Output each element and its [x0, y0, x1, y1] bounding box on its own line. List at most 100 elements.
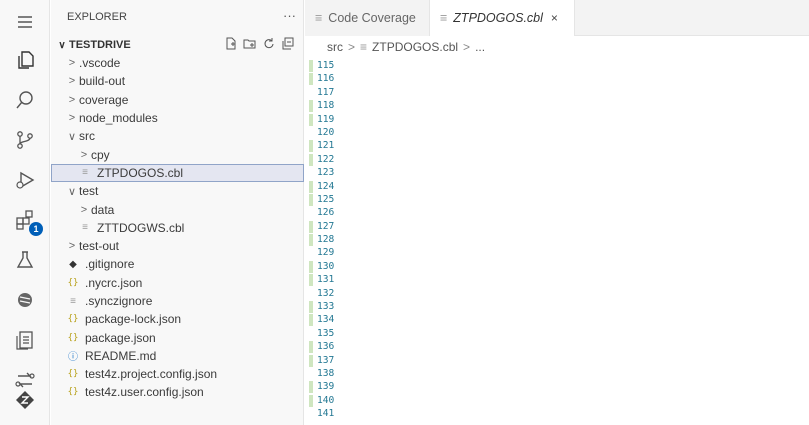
tree-file-item[interactable]: {} test4z.user.config.json	[51, 383, 304, 401]
reports-icon[interactable]	[0, 320, 50, 360]
file-lines-icon: ≡	[70, 295, 76, 307]
line-number: 129	[317, 247, 335, 259]
tree-item-label: src	[79, 129, 95, 144]
tree-file-item[interactable]: ≡ ZTPDOGOS.cbl	[51, 163, 304, 183]
source-control-icon[interactable]	[0, 120, 50, 160]
zowe-explorer-icon[interactable]	[0, 280, 50, 320]
chevron-right-icon: >	[80, 148, 88, 161]
tree-folder-item[interactable]: > .vscode	[51, 54, 304, 72]
workspace-title: TESTDRIVE	[69, 39, 131, 51]
files-icon[interactable]	[0, 40, 50, 80]
code-line: 119	[305, 113, 809, 126]
chevron-down-icon: ∨	[67, 130, 77, 143]
breadcrumb-file[interactable]: ZTPDOGOS.cbl	[372, 40, 458, 54]
tree-item-label: cpy	[91, 147, 110, 162]
line-number: 137	[317, 354, 335, 366]
z-open-editor-icon[interactable]	[0, 380, 50, 420]
file-tree: > .vscode > build-out > coverage > node_modules…	[51, 54, 304, 402]
tree-item-label: data	[91, 202, 115, 217]
tree-file-item[interactable]: {} package.json	[51, 328, 304, 346]
tree-folder-item[interactable]: > data	[51, 200, 304, 218]
file-lines-icon: ≡	[440, 11, 448, 25]
search-icon[interactable]	[0, 80, 50, 120]
json-file-icon: {}	[67, 332, 79, 343]
gutter	[309, 288, 313, 300]
coverage-marker	[309, 60, 313, 72]
coverage-marker	[309, 274, 313, 287]
coverage-marker	[309, 341, 313, 354]
line-number: 124	[317, 180, 335, 192]
tree-item-label: .synczignore	[85, 294, 153, 308]
extensions-badge: 1	[29, 222, 43, 236]
gutter	[309, 207, 313, 219]
code-view[interactable]: 115 116 117 118 119 120 121 122 123 124 125 126 127 1…	[305, 59, 809, 421]
more-actions-icon[interactable]: ···	[283, 8, 296, 23]
gutter	[309, 127, 313, 139]
tree-item-label: .gitignore	[85, 257, 135, 272]
workspace-section-header[interactable]: ∨ TESTDRIVE	[51, 36, 304, 54]
tab-ztpdogos[interactable]: ≡ ZTPDOGOS.cbl ×	[430, 0, 575, 36]
code-line: 125	[305, 193, 809, 206]
coverage-marker	[309, 394, 313, 407]
coverage-marker	[309, 193, 313, 206]
code-line: 132	[305, 287, 809, 300]
tree-folder-item[interactable]: > coverage	[51, 91, 304, 109]
tree-folder-item[interactable]: ∨ test	[51, 182, 304, 200]
code-line: 116	[305, 72, 809, 86]
code-line: 115	[305, 59, 809, 72]
tree-item-label: .vscode	[79, 56, 121, 71]
tab-label: Code Coverage	[328, 11, 416, 25]
tree-folder-item[interactable]: > build-out	[51, 72, 304, 90]
breadcrumb-symbol[interactable]: ...	[475, 40, 485, 54]
coverage-marker	[309, 260, 313, 273]
tree-folder-item[interactable]: > node_modules	[51, 109, 304, 127]
tree-item-label: ZTTDOGWS.cbl	[97, 220, 185, 235]
line-number: 132	[317, 287, 335, 299]
tree-file-item[interactable]: {} test4z.project.config.json	[51, 365, 304, 383]
run-debug-icon[interactable]	[0, 160, 50, 200]
line-number: 126	[317, 207, 335, 219]
code-line: 139	[305, 380, 809, 394]
new-file-icon[interactable]	[224, 37, 237, 50]
close-icon[interactable]: ×	[551, 11, 558, 25]
tree-file-item[interactable]: {} .nycrc.json	[51, 274, 304, 292]
breadcrumb-folder[interactable]: src	[327, 40, 343, 54]
collapse-all-icon[interactable]	[281, 37, 294, 50]
tree-item-label: package.json	[85, 330, 156, 345]
menu-icon[interactable]	[0, 2, 50, 42]
chevron-right-icon: >	[68, 112, 76, 125]
tree-item-label: .nycrc.json	[85, 275, 143, 290]
line-number: 119	[317, 113, 335, 125]
tab-code-coverage[interactable]: ≡ Code Coverage	[305, 0, 430, 36]
tree-file-item[interactable]: ◆ .gitignore	[51, 255, 304, 273]
tree-folder-item[interactable]: ∨ src	[51, 127, 304, 145]
tree-file-item[interactable]: {} package-lock.json	[51, 310, 304, 328]
section-actions	[224, 37, 294, 50]
coverage-marker	[309, 73, 313, 86]
code-line: 134	[305, 313, 809, 327]
tree-file-item[interactable]: ≡ .synczignore	[51, 292, 304, 310]
code-line: 128	[305, 233, 809, 247]
tree-folder-item[interactable]: > test-out	[51, 237, 304, 255]
gutter	[309, 328, 313, 340]
chevron-right-icon: >	[68, 240, 76, 253]
chevron-down-icon: ∨	[67, 185, 77, 198]
coverage-marker	[309, 314, 313, 327]
new-folder-icon[interactable]	[243, 37, 256, 50]
testing-icon[interactable]	[0, 240, 50, 280]
gutter	[309, 167, 313, 179]
tree-file-item[interactable]: ⓘ README.md	[51, 347, 304, 365]
coverage-marker	[309, 381, 313, 394]
line-number: 135	[317, 327, 335, 339]
line-number: 121	[317, 140, 335, 152]
gutter	[309, 368, 313, 380]
tree-folder-item[interactable]: > cpy	[51, 145, 304, 163]
json-file-icon: {}	[67, 314, 79, 325]
coverage-marker	[309, 301, 313, 314]
gutter	[309, 247, 313, 259]
refresh-icon[interactable]	[262, 37, 275, 50]
tree-item-label: ZTPDOGOS.cbl	[97, 165, 184, 180]
extensions-icon[interactable]: 1	[0, 200, 50, 240]
tree-file-item[interactable]: ≡ ZTTDOGWS.cbl	[51, 219, 304, 237]
tree-item-label: test4z.project.config.json	[85, 367, 218, 382]
